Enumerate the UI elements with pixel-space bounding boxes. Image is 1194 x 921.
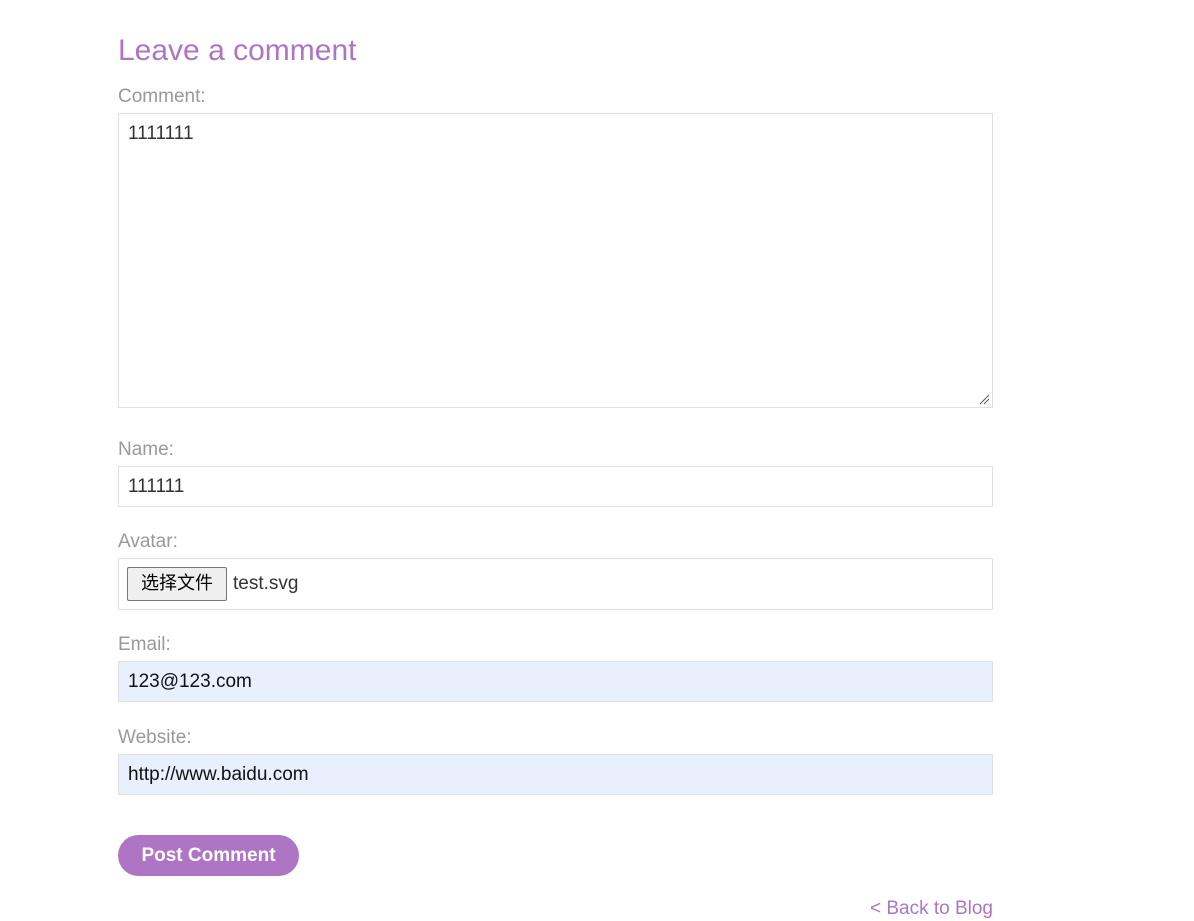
form-heading: Leave a comment [118,34,357,67]
comment-textarea[interactable]: 1111111 [118,113,993,408]
website-label: Website: [118,727,192,748]
avatar-label: Avatar: [118,531,178,552]
selected-file-name: test.svg [233,573,299,594]
comment-text: 1111111 [128,123,194,144]
back-to-blog-link[interactable]: < Back to Blog [870,898,993,920]
website-input[interactable]: http://www.baidu.com [118,754,993,795]
choose-file-button[interactable]: 选择文件 [127,567,227,601]
email-label: Email: [118,634,171,655]
name-input[interactable]: 111111 [118,466,993,507]
avatar-file-input[interactable]: 选择文件 test.svg [118,558,993,610]
comment-label: Comment: [118,86,206,107]
email-input[interactable]: 123@123.com [118,661,993,702]
name-label: Name: [118,439,174,460]
post-comment-button[interactable]: Post Comment [118,835,299,876]
resize-handle-icon[interactable] [979,394,990,405]
